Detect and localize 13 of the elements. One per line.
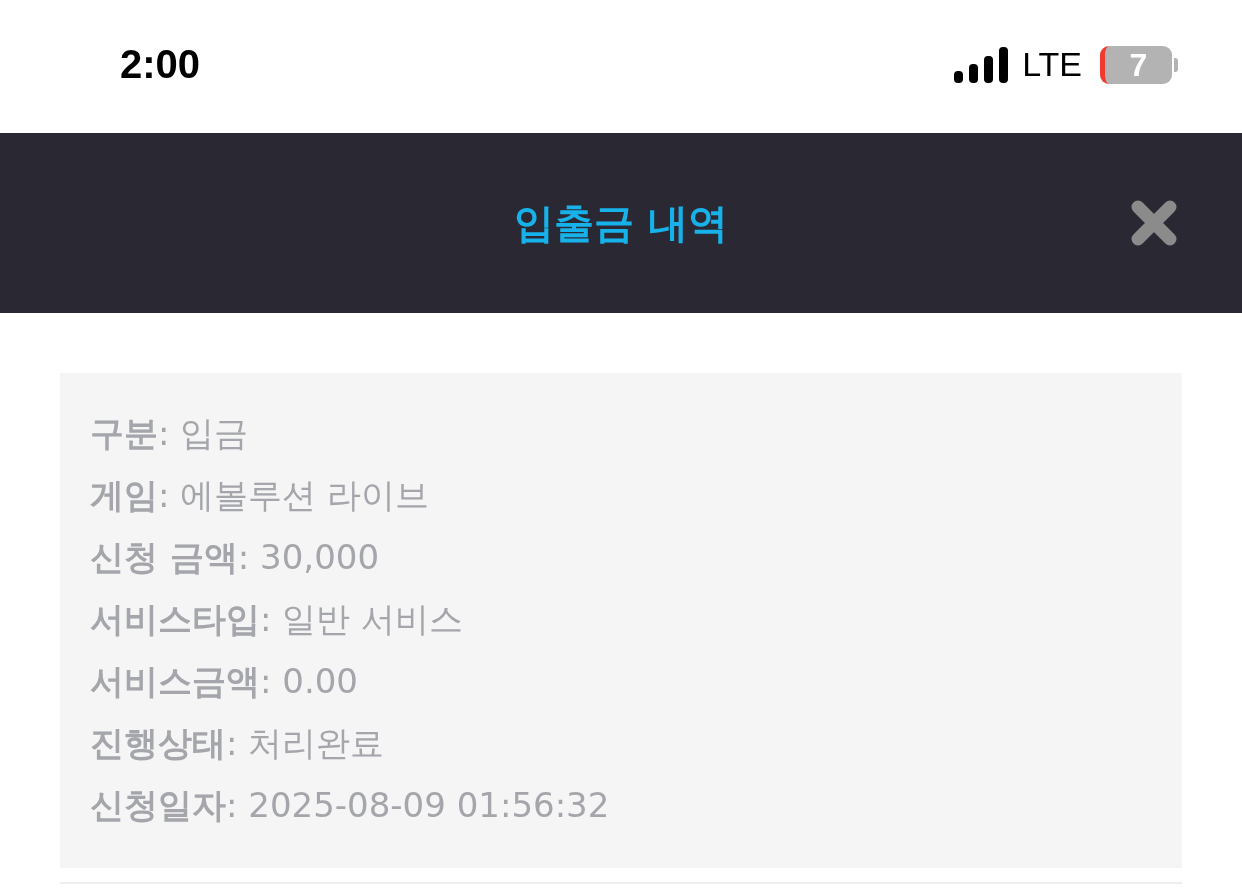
detail-line: 신청 금액: 30,000: [90, 536, 381, 579]
detail-line: 게임: 에볼루션 라이브: [90, 474, 431, 517]
network-label: LTE: [1022, 45, 1082, 84]
detail-line: 신청일자: 2025-08-09 01:56:32: [90, 784, 611, 827]
status-time: 2:00: [120, 42, 201, 87]
close-icon[interactable]: [1130, 199, 1178, 247]
header-title: 입출금 내역: [514, 198, 728, 248]
detail-line: 구분: 입금: [90, 412, 250, 455]
detail-line: 서비스타입: 일반 서비스: [90, 598, 465, 641]
detail-line: 진행상태: 처리완료: [90, 722, 386, 765]
detail-line: 서비스금액: 0.00: [90, 660, 359, 703]
battery-indicator: 7: [1100, 45, 1178, 84]
signal-icon: [954, 46, 1009, 83]
